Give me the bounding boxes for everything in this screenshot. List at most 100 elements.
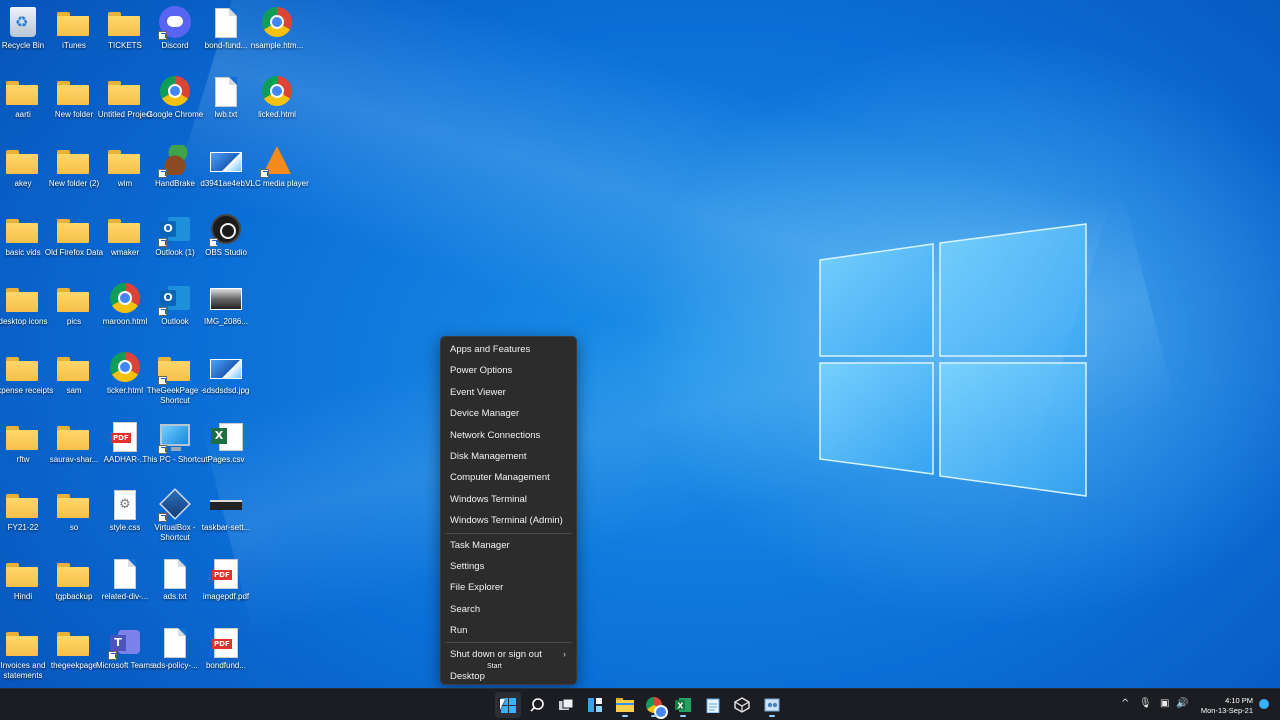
desktop-icon-label: IMG_2086... bbox=[203, 317, 249, 326]
menu-item-label: Event Viewer bbox=[450, 386, 506, 398]
chrome-icon bbox=[108, 351, 142, 383]
folder-icon bbox=[57, 282, 91, 314]
folder-icon bbox=[6, 420, 40, 452]
folder-icon bbox=[57, 420, 91, 452]
shortcut-arrow-icon bbox=[158, 376, 167, 385]
desktop-icon[interactable]: PDF bondfund... bbox=[193, 622, 259, 688]
menu-item-label: File Explorer bbox=[450, 582, 504, 594]
clock-date[interactable]: Mon-13-Sep-21 bbox=[1185, 706, 1253, 715]
excel-icon bbox=[209, 420, 243, 452]
menu-item-label: Windows Terminal (Admin) bbox=[450, 515, 563, 527]
file-explorer-button[interactable] bbox=[612, 692, 638, 718]
pdf-icon: PDF bbox=[108, 420, 142, 452]
desktop-icon[interactable]: nsample.htm... bbox=[244, 2, 310, 68]
desktop-icon[interactable]: sdsdsdsd.jpg bbox=[193, 347, 259, 413]
desktop-icon-label: Pages.csv bbox=[207, 455, 245, 464]
menu-item-shut-down-or-sign-out[interactable]: Shut down or sign out › bbox=[441, 644, 576, 665]
mouse-cursor bbox=[500, 699, 505, 710]
microphone-icon[interactable]: 🎙 bbox=[1139, 698, 1152, 709]
desktop-icon[interactable]: VLC media player bbox=[244, 140, 310, 206]
snipping-tool-button[interactable] bbox=[759, 692, 785, 718]
handbrake-icon bbox=[158, 144, 192, 178]
menu-item-label: Settings bbox=[450, 560, 485, 572]
desktop-icon[interactable]: IMG_2086... bbox=[193, 278, 259, 344]
shortcut-arrow-icon bbox=[209, 238, 218, 247]
menu-item-apps-and-features[interactable]: Apps and Features bbox=[441, 339, 576, 360]
menu-item-label: Network Connections bbox=[450, 429, 541, 441]
folder-icon bbox=[108, 75, 142, 107]
menu-item-task-manager[interactable]: Task Manager bbox=[441, 535, 576, 556]
folder-icon bbox=[57, 488, 91, 520]
menu-item-desktop[interactable]: Desktop bbox=[441, 666, 576, 687]
virtualbox-icon bbox=[734, 697, 750, 713]
obs-icon bbox=[209, 213, 243, 247]
document-icon bbox=[158, 626, 192, 658]
folder-icon bbox=[57, 213, 91, 245]
search-button[interactable] bbox=[524, 692, 550, 718]
widgets-button[interactable] bbox=[582, 692, 608, 718]
folder-icon bbox=[57, 144, 91, 176]
desktop-icon-label: taskbar-sett... bbox=[201, 523, 251, 532]
desktop-icon-label: bondfund... bbox=[205, 661, 247, 670]
folder-icon bbox=[6, 626, 40, 658]
image-icon bbox=[209, 351, 243, 383]
desktop-icon[interactable]: Pages.csv bbox=[193, 416, 259, 482]
menu-item-label: Task Manager bbox=[450, 539, 510, 551]
network-icon[interactable]: ▣ bbox=[1160, 698, 1169, 709]
menu-item-run[interactable]: Run bbox=[441, 620, 576, 641]
desktop-icon[interactable]: taskbar-sett... bbox=[193, 484, 259, 550]
search-icon bbox=[530, 698, 544, 712]
task-view-button[interactable] bbox=[553, 692, 579, 718]
menu-item-network-connections[interactable]: Network Connections bbox=[441, 425, 576, 446]
virtualbox-icon bbox=[158, 488, 192, 522]
active-indicator bbox=[651, 715, 657, 717]
menu-item-device-manager[interactable]: Device Manager bbox=[441, 403, 576, 424]
document-icon bbox=[209, 75, 243, 107]
shortcut-arrow-icon bbox=[158, 513, 167, 522]
chrome-icon bbox=[646, 697, 668, 719]
show-hidden-icons-chevron[interactable]: ^ bbox=[1121, 698, 1129, 709]
folder-icon bbox=[108, 213, 142, 245]
notification-icon[interactable] bbox=[1259, 699, 1269, 709]
active-indicator bbox=[769, 715, 775, 717]
excel-button[interactable]: X bbox=[670, 692, 696, 718]
menu-item-label: Power Options bbox=[450, 365, 513, 377]
outlook-icon bbox=[158, 213, 192, 247]
menu-item-search[interactable]: Search bbox=[441, 599, 576, 620]
start-button[interactable] bbox=[495, 692, 521, 718]
menu-item-computer-management[interactable]: Computer Management bbox=[441, 467, 576, 488]
document-icon bbox=[209, 6, 243, 38]
task-view-icon bbox=[559, 698, 574, 710]
svg-text:X: X bbox=[677, 702, 684, 711]
shortcut-arrow-icon bbox=[158, 445, 167, 454]
snipping-icon bbox=[764, 698, 780, 712]
menu-item-settings[interactable]: Settings bbox=[441, 556, 576, 577]
desktop-icon-label: sdsdsdsd.jpg bbox=[202, 386, 250, 395]
menu-item-label: Disk Management bbox=[450, 450, 527, 462]
menu-item-power-options[interactable]: Power Options bbox=[441, 360, 576, 381]
menu-item-disk-management[interactable]: Disk Management bbox=[441, 446, 576, 467]
vlc-icon bbox=[260, 144, 294, 178]
desktop-icon-label: VLC media player bbox=[245, 179, 309, 188]
folder-icon bbox=[6, 557, 40, 589]
menu-item-windows-terminal[interactable]: Windows Terminal bbox=[441, 489, 576, 510]
virtualbox-button[interactable] bbox=[729, 692, 755, 718]
menu-separator bbox=[445, 532, 572, 534]
chrome-button[interactable] bbox=[641, 692, 668, 719]
desktop-icon[interactable]: PDF imagepdf.pdf bbox=[193, 553, 259, 619]
folder-icon bbox=[57, 626, 91, 658]
shortcut-arrow-icon bbox=[260, 169, 269, 178]
menu-item-label: Windows Terminal bbox=[450, 493, 527, 505]
chrome-icon bbox=[260, 75, 294, 107]
excel-icon: X bbox=[675, 698, 691, 712]
notepad-button[interactable] bbox=[700, 692, 726, 718]
file-explorer-icon bbox=[616, 698, 634, 712]
desktop-icon[interactable]: OBS Studio bbox=[193, 209, 259, 275]
menu-item-file-explorer[interactable]: File Explorer bbox=[441, 577, 576, 598]
menu-item-event-viewer[interactable]: Event Viewer bbox=[441, 382, 576, 403]
clock-time[interactable]: 4:10 PM bbox=[1190, 696, 1253, 705]
desktop-icon-label: imagepdf.pdf bbox=[202, 592, 250, 601]
menu-item-label: Desktop bbox=[450, 670, 485, 682]
desktop-icon[interactable]: licked.html bbox=[244, 71, 310, 137]
menu-item-windows-terminal-admin[interactable]: Windows Terminal (Admin) bbox=[441, 510, 576, 531]
